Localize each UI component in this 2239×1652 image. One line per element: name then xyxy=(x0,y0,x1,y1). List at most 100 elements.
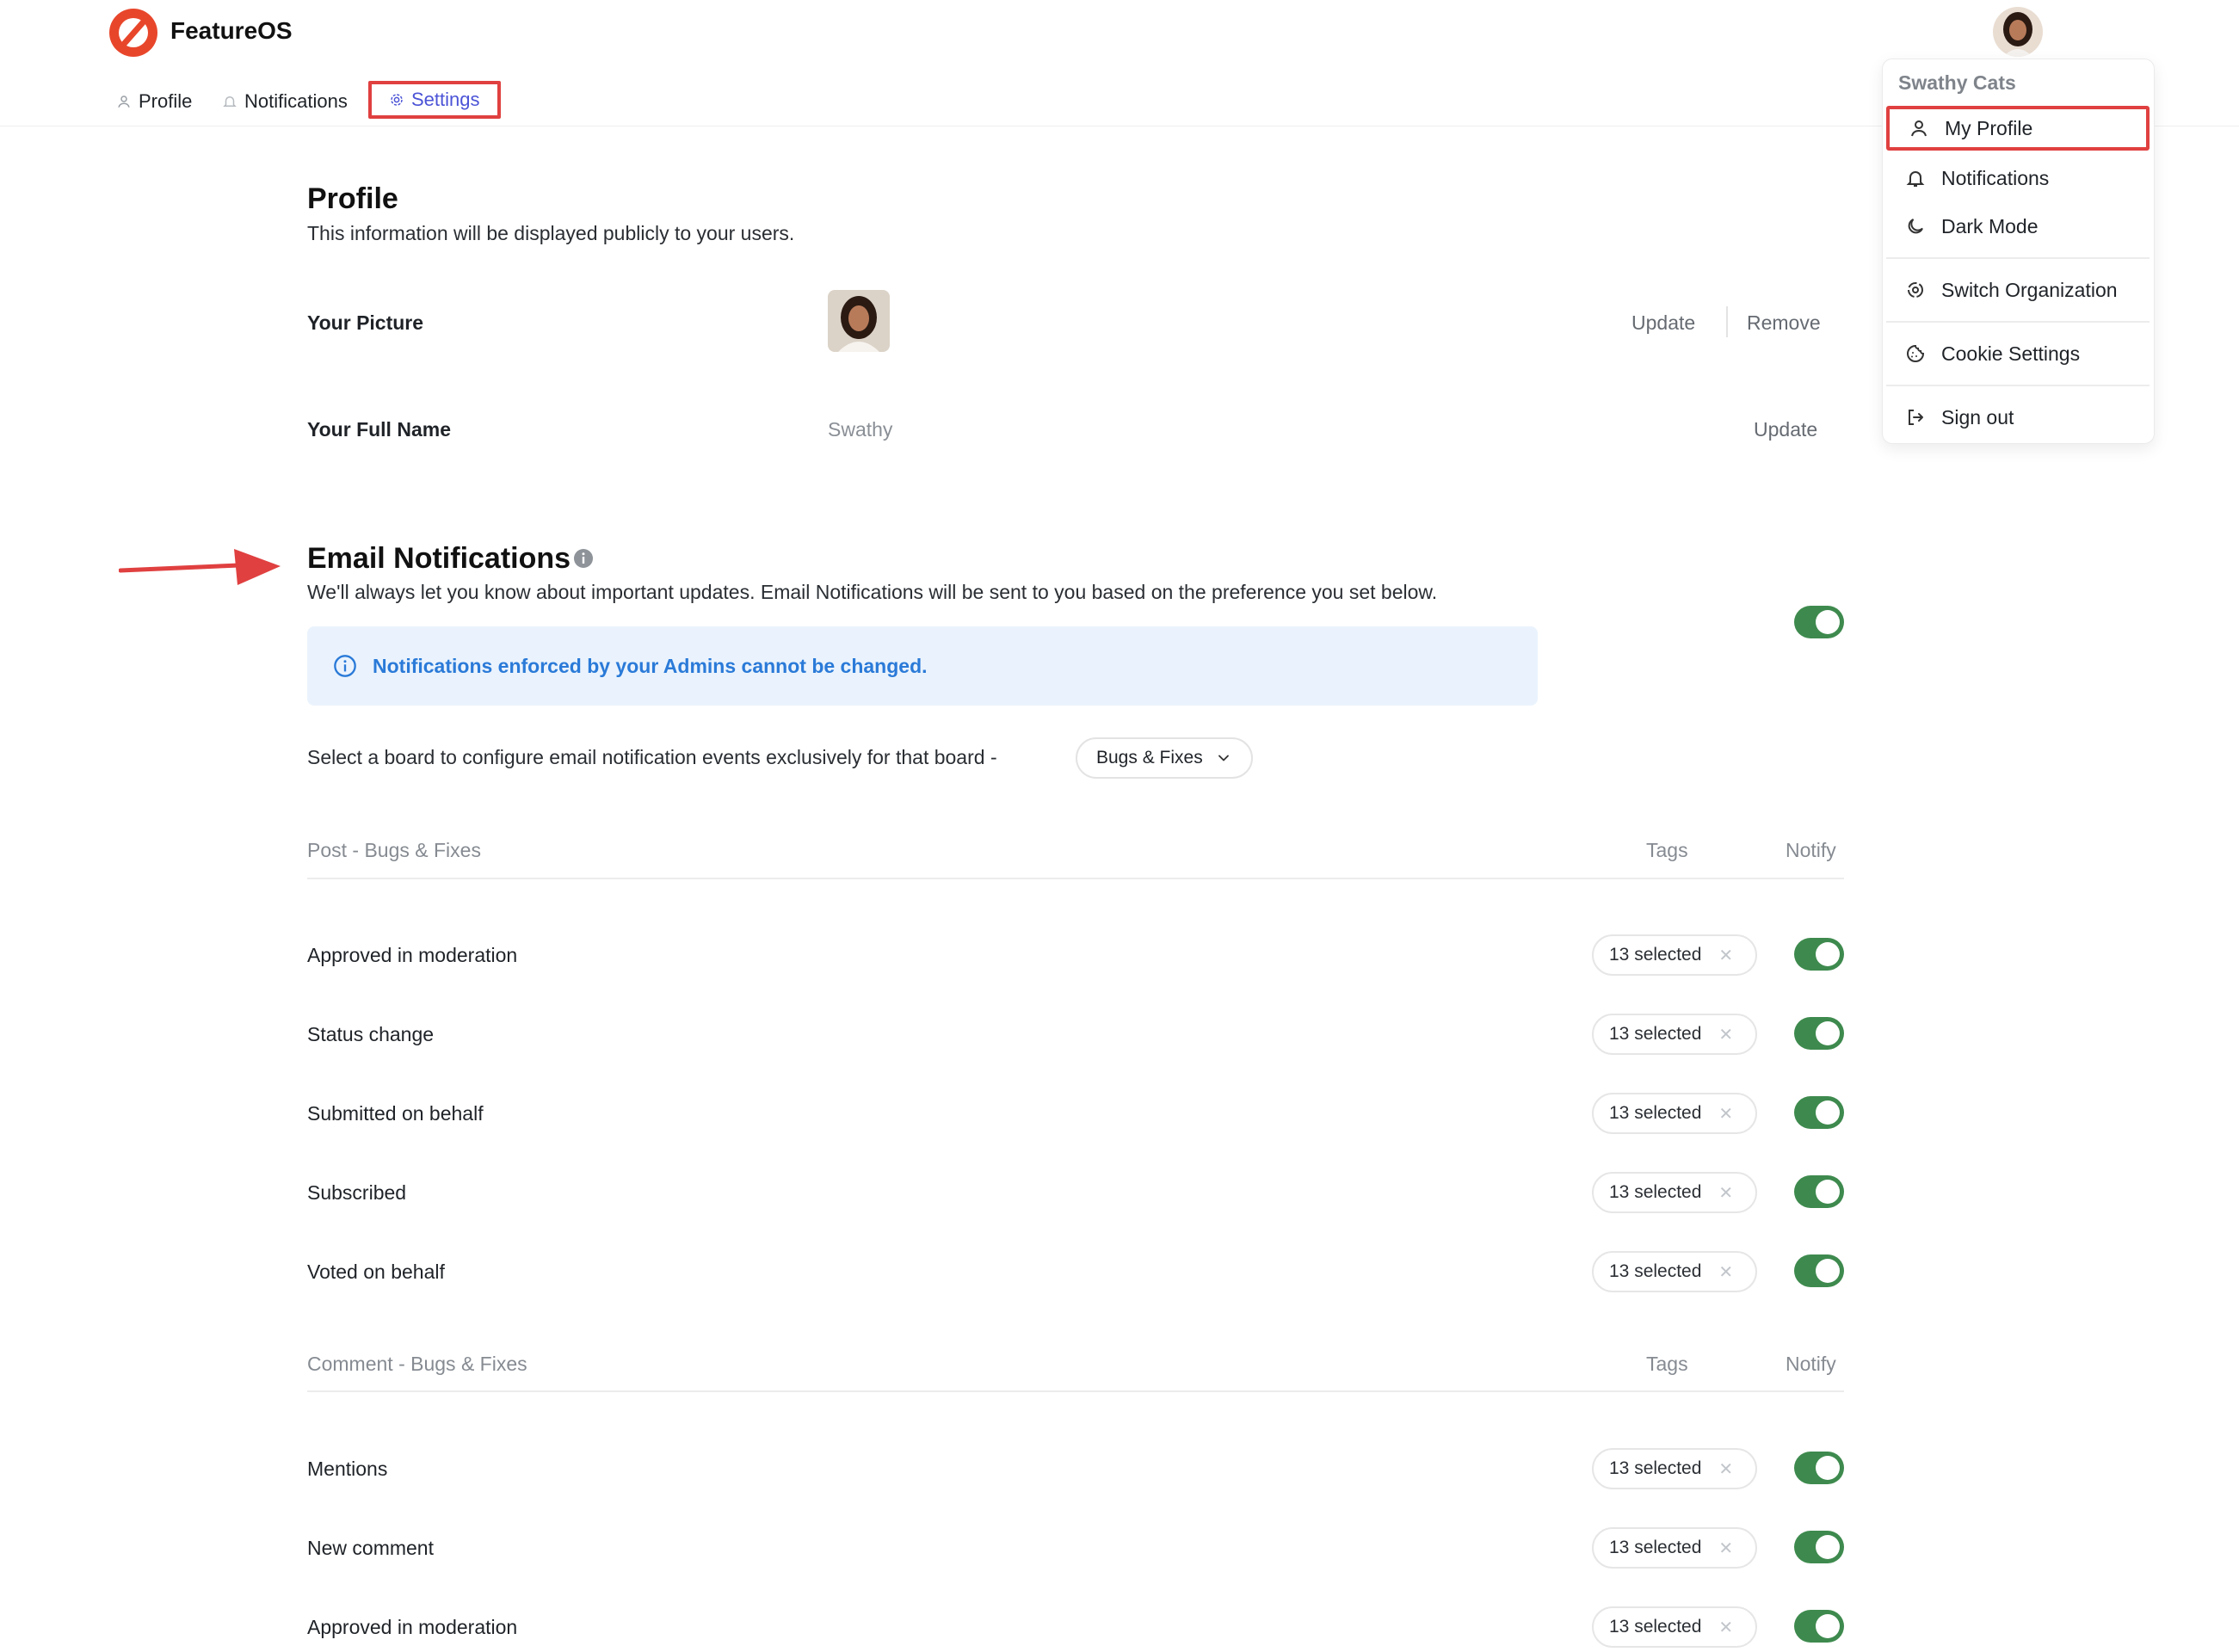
tags-select-value: 13 selected xyxy=(1609,1538,1702,1557)
profile-section-title: Profile xyxy=(307,182,398,215)
clear-tags-icon[interactable]: ✕ xyxy=(1718,1261,1733,1283)
user-icon xyxy=(1911,120,1927,137)
board-select-value: Bugs & Fixes xyxy=(1096,748,1203,767)
chevron-down-icon xyxy=(1218,755,1229,761)
email-notifications-master-toggle[interactable] xyxy=(1794,606,1844,638)
post-row-label: Status change xyxy=(307,1023,435,1045)
tags-select[interactable]: 13 selected ✕ xyxy=(1592,1606,1757,1648)
clear-tags-icon[interactable]: ✕ xyxy=(1718,1538,1733,1559)
menu-divider xyxy=(1886,321,2150,323)
post-tags-column-header: Tags xyxy=(1646,839,1688,861)
tags-select[interactable]: 13 selected ✕ xyxy=(1592,934,1757,976)
email-notifications-subtitle: We'll always let you know about importan… xyxy=(307,581,1438,603)
tab-notifications[interactable]: Notifications xyxy=(222,86,348,117)
post-section-divider xyxy=(307,878,1844,879)
post-section-header: Post - Bugs & Fixes xyxy=(307,839,481,861)
clear-tags-icon[interactable]: ✕ xyxy=(1718,945,1733,966)
cookie-icon xyxy=(1907,344,1925,362)
clear-tags-icon[interactable]: ✕ xyxy=(1718,1617,1733,1638)
admin-enforced-info-banner: Notifications enforced by your Admins ca… xyxy=(307,626,1538,706)
app-title: FeatureOS xyxy=(170,17,293,44)
clear-tags-icon[interactable]: ✕ xyxy=(1718,1458,1733,1480)
menu-item-dark-mode[interactable]: Dark Mode xyxy=(1886,204,2150,249)
comment-section-divider xyxy=(307,1390,1844,1392)
comment-row-label: Approved in moderation xyxy=(307,1616,518,1638)
menu-item-label: Switch Organization xyxy=(1941,278,2118,301)
admin-enforced-info-text: Notifications enforced by your Admins ca… xyxy=(373,654,928,677)
clear-tags-icon[interactable]: ✕ xyxy=(1718,1103,1733,1125)
email-notifications-title: Email Notifications xyxy=(307,542,571,575)
menu-item-cookie-settings[interactable]: Cookie Settings xyxy=(1886,331,2150,376)
gear-icon xyxy=(391,94,403,106)
notify-toggle[interactable] xyxy=(1794,938,1844,971)
user-avatar[interactable] xyxy=(1993,7,2043,57)
menu-item-switch-organization[interactable]: Switch Organization xyxy=(1886,268,2150,312)
tab-notifications-label: Notifications xyxy=(244,90,348,112)
menu-item-notifications[interactable]: Notifications xyxy=(1886,156,2150,200)
notify-toggle[interactable] xyxy=(1794,1096,1844,1129)
full-name-value: Swathy xyxy=(828,418,893,441)
post-row-label: Submitted on behalf xyxy=(307,1102,484,1125)
notify-toggle[interactable] xyxy=(1794,1017,1844,1050)
info-icon[interactable] xyxy=(573,548,594,569)
menu-divider xyxy=(1886,385,2150,386)
tags-select-value: 13 selected xyxy=(1609,1617,1702,1637)
menu-divider xyxy=(1886,257,2150,259)
tags-select-value: 13 selected xyxy=(1609,1182,1702,1202)
tab-settings-label: Settings xyxy=(411,89,480,110)
profile-section-subtitle: This information will be displayed publi… xyxy=(307,222,795,244)
notify-toggle[interactable] xyxy=(1794,1610,1844,1643)
tab-profile[interactable]: Profile xyxy=(116,86,192,117)
post-row-label: Subscribed xyxy=(307,1181,407,1204)
full-name-label: Your Full Name xyxy=(307,418,451,441)
update-name-button[interactable]: Update xyxy=(1754,418,1817,441)
notify-toggle[interactable] xyxy=(1794,1254,1844,1287)
tags-select-value: 13 selected xyxy=(1609,1261,1702,1281)
annotation-arrow-icon xyxy=(119,549,281,585)
avatar-photo-icon xyxy=(1993,7,2043,57)
tags-select[interactable]: 13 selected ✕ xyxy=(1592,1172,1757,1213)
menu-item-my-profile[interactable]: My Profile xyxy=(1886,106,2150,151)
board-select-dropdown[interactable]: Bugs & Fixes xyxy=(1076,737,1253,779)
tags-select-value: 13 selected xyxy=(1609,1458,1702,1478)
clear-tags-icon[interactable]: ✕ xyxy=(1718,1182,1733,1204)
tags-select[interactable]: 13 selected ✕ xyxy=(1592,1093,1757,1134)
info-circle-icon xyxy=(334,655,356,677)
bell-icon xyxy=(1906,171,1925,187)
menu-item-label: Sign out xyxy=(1941,405,2014,428)
comment-row-label: Mentions xyxy=(307,1458,388,1480)
tags-select[interactable]: 13 selected ✕ xyxy=(1592,1014,1757,1055)
user-menu-dropdown: Swathy Cats My Profile Notifications Dar… xyxy=(1882,59,2155,444)
menu-item-label: Dark Mode xyxy=(1941,214,2039,237)
post-notify-column-header: Notify xyxy=(1786,839,1836,861)
tags-select[interactable]: 13 selected ✕ xyxy=(1592,1448,1757,1489)
tab-settings[interactable]: Settings xyxy=(368,81,501,119)
sign-out-icon xyxy=(1909,410,1923,425)
notify-toggle[interactable] xyxy=(1794,1531,1844,1563)
moon-icon xyxy=(1908,219,1923,234)
menu-item-label: My Profile xyxy=(1945,116,2033,139)
update-picture-button[interactable]: Update xyxy=(1631,311,1695,335)
profile-picture xyxy=(828,290,890,352)
your-picture-label: Your Picture xyxy=(307,311,424,334)
tags-select[interactable]: 13 selected ✕ xyxy=(1592,1527,1757,1569)
tags-select-value: 13 selected xyxy=(1609,1103,1702,1123)
clear-tags-icon[interactable]: ✕ xyxy=(1718,1024,1733,1045)
post-row-label: Approved in moderation xyxy=(307,944,518,966)
bell-icon xyxy=(223,96,237,107)
notify-toggle[interactable] xyxy=(1794,1175,1844,1208)
featureos-logo-icon[interactable] xyxy=(108,7,159,59)
tags-select[interactable]: 13 selected ✕ xyxy=(1592,1251,1757,1292)
switch-org-icon xyxy=(1908,282,1923,298)
remove-picture-button[interactable]: Remove xyxy=(1747,311,1821,335)
comment-tags-column-header: Tags xyxy=(1646,1353,1688,1375)
menu-item-label: Cookie Settings xyxy=(1941,342,2081,365)
comment-notify-column-header: Notify xyxy=(1786,1353,1836,1375)
post-row-label: Voted on behalf xyxy=(307,1261,445,1283)
menu-item-label: Notifications xyxy=(1941,166,2050,189)
action-divider xyxy=(1726,306,1728,337)
organization-name: Swathy Cats xyxy=(1898,71,2016,94)
comment-row-label: New comment xyxy=(307,1537,434,1559)
menu-item-sign-out[interactable]: Sign out xyxy=(1886,395,2150,440)
notify-toggle[interactable] xyxy=(1794,1452,1844,1484)
